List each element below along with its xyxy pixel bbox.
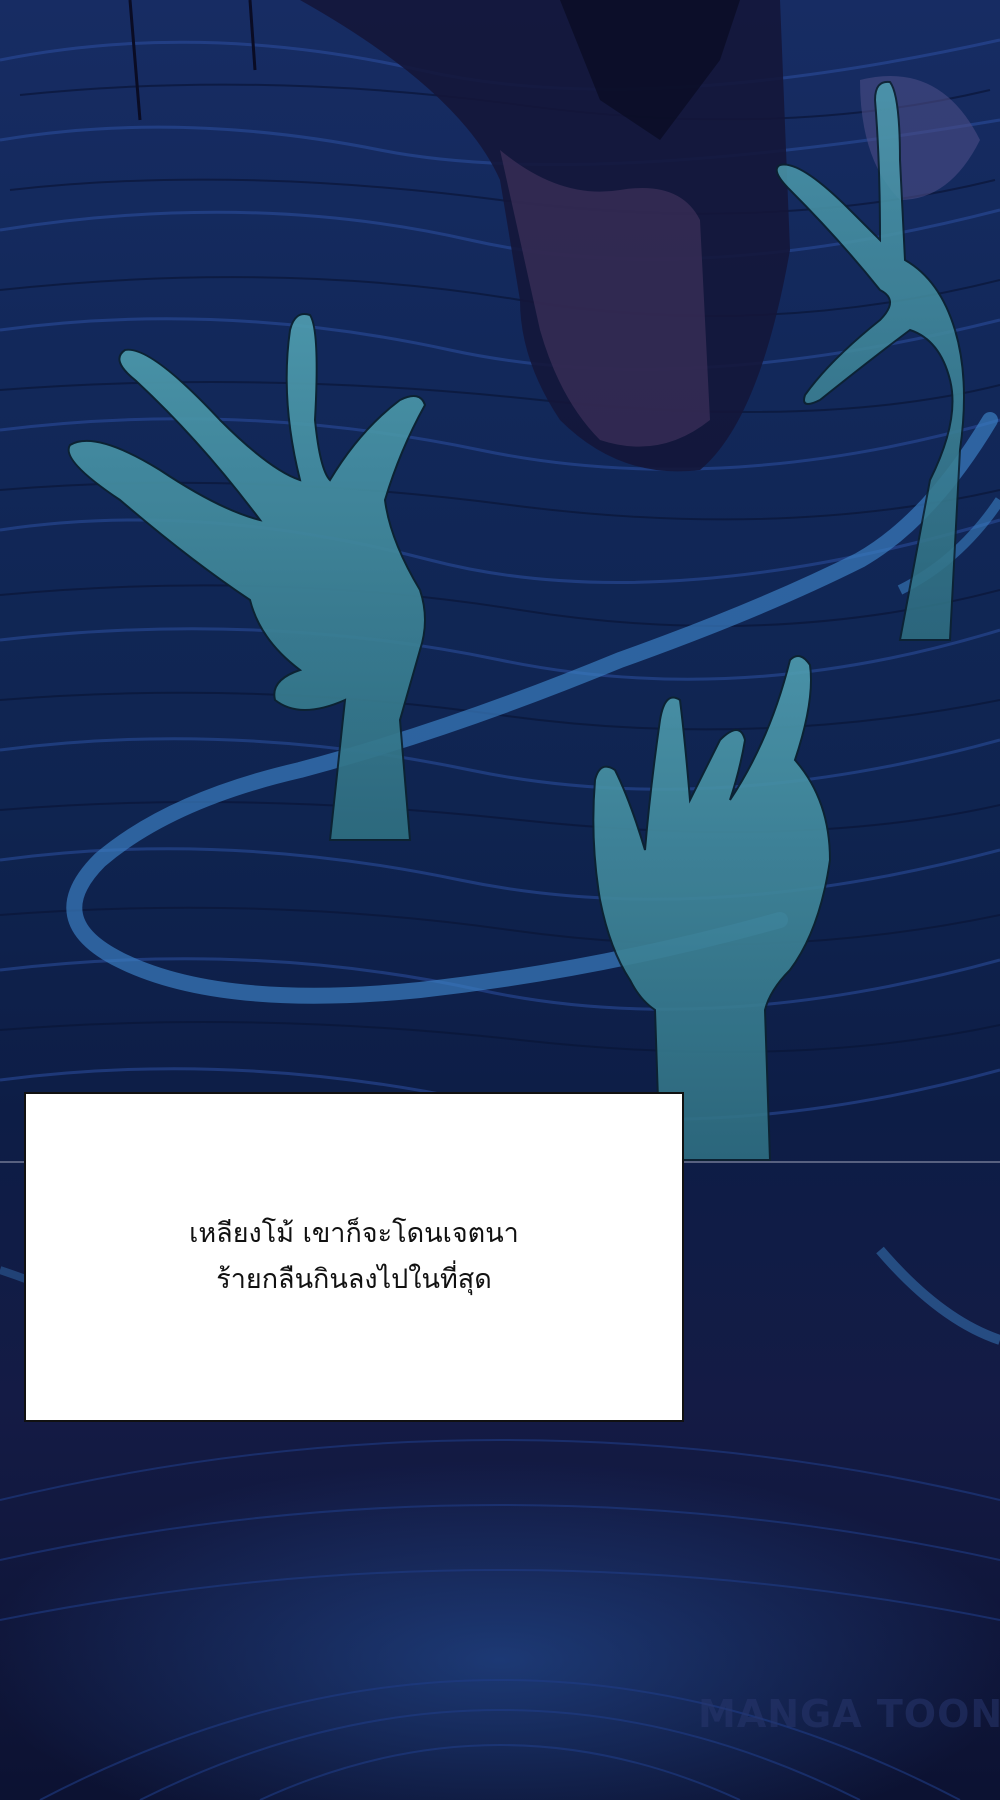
caption-line-1: เหลียงโม้ เขาก็จะโดนเจตนา [189, 1218, 519, 1249]
ghost-hand-right-lower [592, 655, 832, 1161]
comic-panel-illustration [0, 0, 1000, 1800]
watermark-logo: MANGA TOON [698, 1692, 1000, 1736]
ghost-hand-left [67, 313, 427, 841]
comic-page: เหลียงโม้ เขาก็จะโดนเจตนา ร้ายกลืนกินลงไ… [0, 0, 1000, 1800]
caption-line-2: ร้ายกลืนกินลงไปในที่สุด [216, 1264, 492, 1295]
water-streaks [0, 38, 1000, 1121]
narration-caption-box: เหลียงโม้ เขาก็จะโดนเจตนา ร้ายกลืนกินลงไ… [24, 1092, 684, 1422]
